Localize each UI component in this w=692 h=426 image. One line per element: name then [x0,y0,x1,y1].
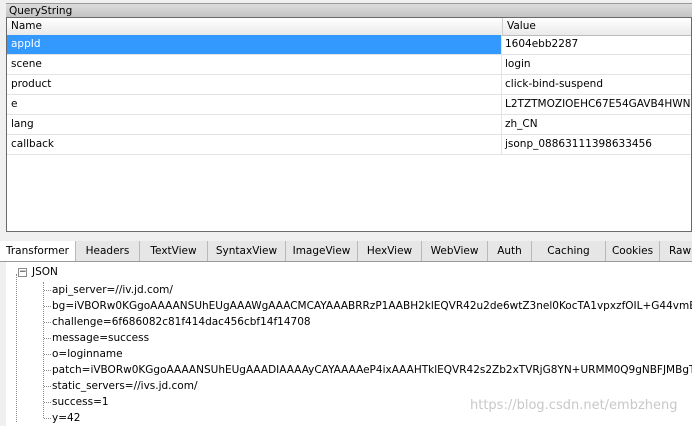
panel-splitter[interactable] [0,232,692,241]
cell-value: click-bind-suspend [505,78,603,90]
tree-connector [44,418,51,420]
grid-row[interactable]: lang zh_CN [7,115,691,135]
collapse-icon[interactable]: − [18,268,27,277]
tab-textview[interactable]: TextView [140,241,208,261]
querystring-title: QueryString [6,3,692,17]
tree-connector [44,386,51,388]
cell-name: callback [7,135,502,154]
tree-connector [44,322,51,324]
watermark-text: https://blog.csdn.net/embzheng [470,398,678,413]
column-separator[interactable] [502,18,503,35]
tab-auth[interactable]: Auth [488,241,532,261]
inspector-tabbar: Transformer Headers TextView SyntaxView … [0,241,692,262]
tree-connector [44,354,51,356]
tree-node-o[interactable]: o=loginname [52,346,123,362]
tree-node-bg[interactable]: bg=iVBORw0KGgoAAAANSUhEUgAAAWgAAACMCAYAA… [52,298,692,314]
tree-node-message[interactable]: message=success [52,330,149,346]
tab-webview[interactable]: WebView [422,241,488,261]
tree-connector [44,338,51,340]
tree-connector [44,290,51,292]
column-header-value[interactable]: Value [507,20,536,32]
grid-row[interactable]: e L2TZTMOZIOEHC67E54GAVB4HWNN2D [7,95,691,115]
tree-node-json[interactable]: JSON [32,265,58,279]
grid-row[interactable]: product click-bind-suspend [7,75,691,95]
tab-imageview[interactable]: ImageView [286,241,358,261]
querystring-grid: Name Value appId 1604ebb2287 scene login… [6,17,692,232]
tab-cookies[interactable]: Cookies [606,241,660,261]
tree-node-api-server[interactable]: api_server=//iv.jd.com/ [52,282,173,298]
cell-name: product [7,75,502,94]
tree-guide-line [16,274,18,422]
tab-headers[interactable]: Headers [76,241,140,261]
tab-hexview[interactable]: HexView [358,241,422,261]
cell-name: lang [7,115,502,134]
grid-header: Name Value [7,18,691,36]
tree-connector [44,370,51,372]
grid-row[interactable]: scene login [7,55,691,75]
grid-row[interactable]: appId 1604ebb2287 [7,35,691,55]
grid-row[interactable]: callback jsonp_08863111398633456 [7,135,691,155]
tree-node-challenge[interactable]: challenge=6f686082c81f414dac456cbf14f147… [52,314,311,330]
cell-value: L2TZTMOZIOEHC67E54GAVB4HWNN2D [505,98,691,110]
cell-value: login [505,58,531,70]
cell-name: scene [7,55,502,74]
tree-node-y[interactable]: y=42 [52,410,80,426]
column-header-name[interactable]: Name [11,20,42,32]
cell-value: jsonp_08863111398633456 [505,138,652,150]
tree-guide-line [43,282,45,418]
tab-syntaxview[interactable]: SyntaxView [208,241,286,261]
tree-connector [44,306,51,308]
cell-value: 1604ebb2287 [505,38,579,50]
cell-name: appId [7,35,502,54]
tree-connector [44,402,51,404]
tab-raw[interactable]: Raw [660,241,692,261]
tab-caching[interactable]: Caching [532,241,606,261]
cell-name: e [7,95,502,114]
tree-node-success[interactable]: success=1 [52,394,109,410]
cell-value: zh_CN [505,118,538,130]
tree-node-static-servers[interactable]: static_servers=//ivs.jd.com/ [52,378,197,394]
tree-node-patch[interactable]: patch=iVBORw0KGgoAAAANSUhEUgAAADIAAAAyCA… [52,362,692,378]
tab-transformer[interactable]: Transformer [0,241,76,261]
